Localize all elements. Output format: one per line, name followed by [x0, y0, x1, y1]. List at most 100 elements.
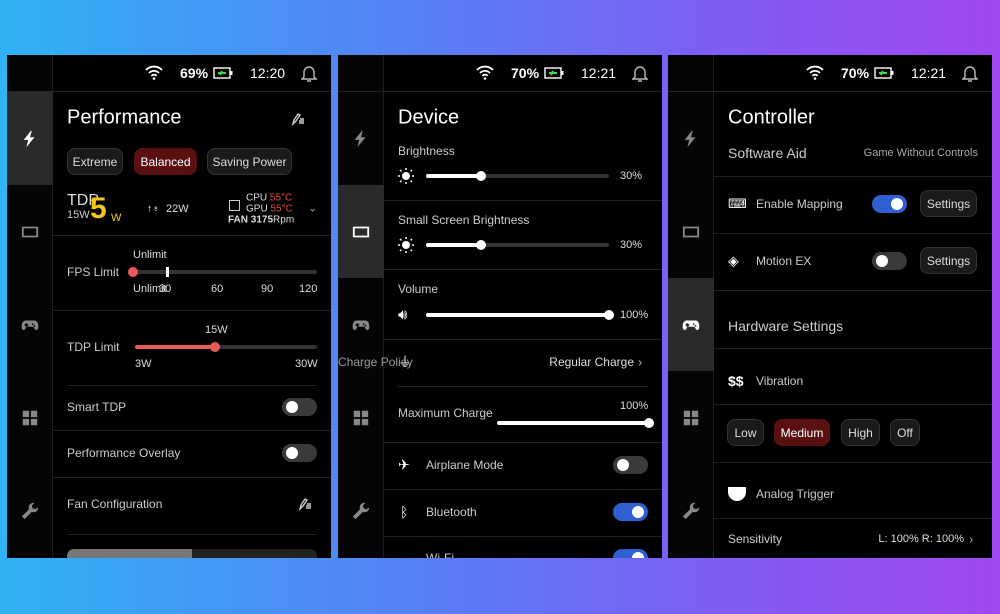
sun-icon [398, 237, 414, 258]
slider-tick [166, 267, 169, 277]
slider-thumb[interactable] [644, 418, 654, 428]
gpu-label: GPU [246, 203, 268, 215]
divider [714, 348, 992, 349]
vibration-off-button[interactable]: Off [890, 419, 920, 446]
tdp-min: 3W [135, 358, 152, 370]
bell-icon[interactable] [301, 64, 317, 82]
overlay-toggle[interactable] [282, 444, 317, 462]
smart-tdp-toggle[interactable] [282, 398, 317, 416]
fan-label: FAN [228, 214, 248, 226]
sidebar-tab-wrench[interactable] [338, 464, 384, 557]
tdp-limit-slider[interactable] [135, 342, 317, 352]
screen-icon [352, 226, 370, 237]
vibration-icon: $$ [728, 373, 744, 389]
small-brightness-label: Small Screen Brightness [398, 213, 530, 227]
sidebar-tab-lightning[interactable] [338, 92, 384, 185]
fps-label: FPS Limit [67, 265, 120, 279]
motion-settings-button[interactable]: Settings [920, 247, 977, 274]
sensitivity-value[interactable]: L: 100% R: 100% [878, 533, 964, 545]
sidebar-tab-screen[interactable] [668, 185, 714, 278]
gpu-temp-value: 55°C [270, 203, 293, 215]
max-charge-slider[interactable] [497, 418, 654, 428]
gamepad-icon [682, 320, 700, 330]
fan-edit-icon[interactable] [298, 497, 312, 511]
divider [714, 404, 992, 405]
divider [384, 200, 662, 201]
analog-trigger-label: Analog Trigger [756, 487, 835, 501]
volume-slider[interactable] [426, 310, 614, 320]
sensitivity-label: Sensitivity [728, 532, 783, 546]
sidebar-tab-lightning[interactable] [668, 92, 714, 185]
smart-tdp-label: Smart TDP [67, 400, 127, 414]
sidebar-tab-grid[interactable] [668, 371, 714, 464]
wifi-label: Wi-Fi [426, 551, 454, 558]
sidebar-tab-gamepad[interactable] [7, 278, 53, 371]
sidebar [7, 55, 53, 558]
wifi-icon [806, 65, 824, 80]
page-title: Performance [67, 106, 182, 129]
fps-tick: 30 [159, 283, 172, 295]
bell-icon[interactable] [632, 64, 648, 82]
slider-thumb[interactable] [475, 240, 486, 250]
motion-label: Motion EX [756, 254, 812, 268]
battery-percent: 69% [180, 65, 209, 81]
panel-performance: 69% 12:20 Performance Extreme Balanced Saving… [7, 55, 331, 558]
divider [398, 386, 648, 387]
slider-thumb[interactable] [475, 171, 486, 181]
charge-policy-value[interactable]: Regular Charge [549, 355, 634, 369]
mode-balanced-button[interactable]: Balanced [134, 148, 197, 175]
divider [714, 176, 992, 177]
sidebar-tab-wrench[interactable] [7, 464, 53, 557]
mapping-settings-button[interactable]: Settings [920, 190, 977, 217]
charge-policy-label: Charge Policy [338, 355, 413, 369]
chevron-down-icon[interactable]: ⌄ [308, 202, 317, 215]
motion-toggle[interactable] [872, 252, 907, 270]
screen-icon [682, 226, 700, 237]
sidebar-tab-screen[interactable] [7, 185, 53, 278]
vibration-low-button[interactable]: Low [727, 419, 764, 446]
vibration-medium-button[interactable]: Medium [774, 419, 830, 446]
airplane-icon: ✈ [398, 456, 410, 473]
software-aid-value[interactable]: Game Without Controls [864, 147, 978, 159]
grid-icon [22, 410, 38, 425]
airplane-toggle[interactable] [613, 456, 648, 474]
power-icon: ↑♁ [147, 203, 160, 215]
cpu-temp-value: 55°C [269, 192, 293, 204]
max-charge-label: Maximum Charge [398, 406, 493, 420]
screen-icon [21, 226, 39, 237]
sidebar-tab-wrench[interactable] [668, 464, 714, 557]
fps-tick: 120 [299, 283, 318, 295]
sidebar-tab-lightning[interactable] [7, 92, 53, 185]
slider-fill [426, 243, 481, 247]
fps-slider[interactable] [128, 267, 317, 277]
sidebar-tab-grid[interactable] [338, 371, 384, 464]
volume-label: Volume [398, 282, 439, 296]
slider-thumb[interactable] [604, 310, 614, 320]
mode-saving-power-button[interactable]: Saving Power [207, 148, 292, 175]
bell-icon[interactable] [962, 64, 978, 82]
panel-device: 70% 12:21 Device Brightness 30% Small Screen … [338, 55, 662, 558]
wifi-toggle[interactable] [613, 549, 648, 558]
sidebar-tab-gamepad[interactable] [668, 278, 714, 371]
sidebar-tab-screen[interactable] [338, 185, 384, 278]
slider-thumb[interactable] [210, 342, 221, 352]
sidebar-tab-grid[interactable] [7, 371, 53, 464]
bluetooth-toggle[interactable] [613, 503, 648, 521]
mapping-toggle[interactable] [872, 195, 907, 213]
edit-list-icon[interactable] [291, 112, 305, 126]
sun-icon [398, 168, 414, 189]
chevron-right-icon[interactable]: › [969, 532, 973, 547]
vibration-high-button[interactable]: High [841, 419, 880, 446]
fan-mode-selector[interactable] [67, 549, 317, 558]
keyboard-mapping-icon: ⌨ [728, 196, 747, 211]
mode-extreme-button[interactable]: Extreme [67, 148, 123, 175]
chevron-right-icon[interactable]: › [638, 355, 642, 370]
vibration-label: Vibration [756, 374, 804, 388]
slider-thumb[interactable] [128, 267, 138, 277]
small-brightness-slider[interactable] [426, 240, 609, 250]
gamepad-icon [352, 320, 370, 330]
divider [384, 489, 662, 490]
divider [384, 536, 662, 537]
brightness-slider[interactable] [426, 171, 609, 181]
divider [384, 442, 662, 443]
